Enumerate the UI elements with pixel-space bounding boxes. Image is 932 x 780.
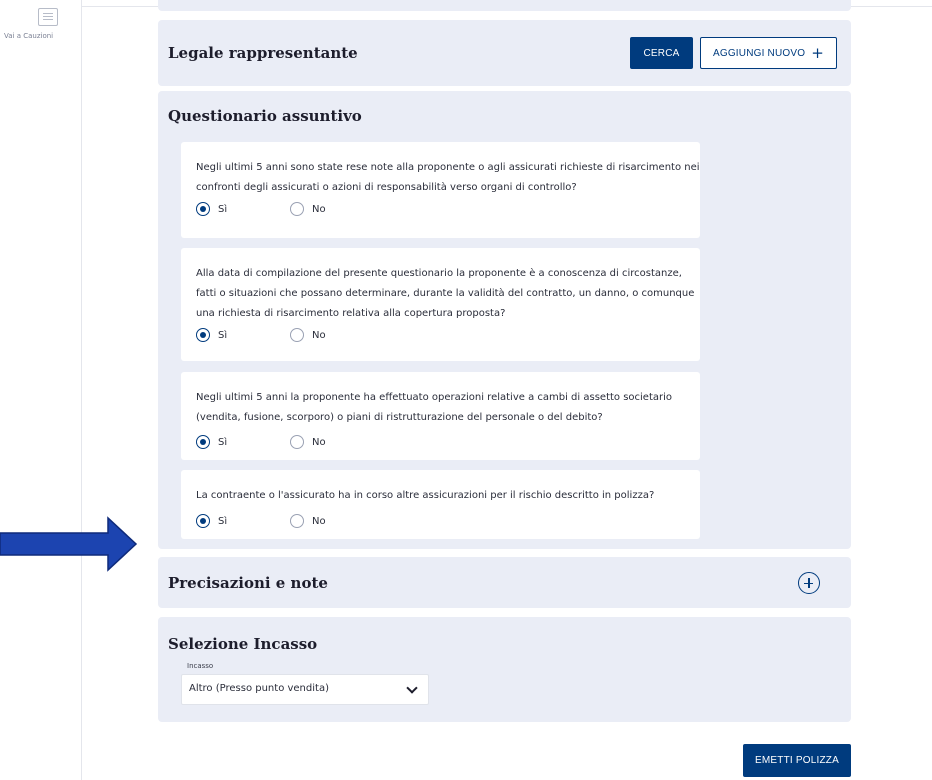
radio-no-4[interactable]: No xyxy=(290,514,326,528)
question-text-2: Alla data di compilazione del presente q… xyxy=(196,268,695,319)
radio-no-1[interactable]: No xyxy=(290,202,326,216)
question-card-1: Negli ultimi 5 anni sono state rese note… xyxy=(181,142,700,238)
radio-si-label: Sì xyxy=(218,436,228,448)
radio-group-3: Sì No xyxy=(196,435,326,449)
radio-si-label: Sì xyxy=(218,329,228,341)
incasso-select[interactable]: Altro (Presso punto vendita) xyxy=(181,674,429,705)
radio-no-2[interactable]: No xyxy=(290,328,326,342)
radio-group-4: Sì No xyxy=(196,514,326,528)
radio-unchecked-icon xyxy=(290,514,304,528)
radio-si-1[interactable]: Sì xyxy=(196,202,290,216)
previous-panel-edge xyxy=(158,0,851,11)
precisazioni-note-title: Precisazioni e note xyxy=(168,574,328,592)
radio-no-3[interactable]: No xyxy=(290,435,326,449)
radio-unchecked-icon xyxy=(290,435,304,449)
plus-icon: + xyxy=(811,43,825,62)
radio-checked-icon xyxy=(196,514,210,528)
radio-no-label: No xyxy=(312,329,326,341)
radio-no-label: No xyxy=(312,515,326,527)
radio-no-label: No xyxy=(312,203,326,215)
aggiungi-nuovo-label: AGGIUNGI NUOVO xyxy=(712,47,806,59)
incasso-select-value: Altro (Presso punto vendita) xyxy=(189,683,329,694)
question-text-3: Negli ultimi 5 anni la proponente ha eff… xyxy=(196,392,673,423)
question-card-3: Negli ultimi 5 anni la proponente ha eff… xyxy=(181,372,700,460)
question-card-2: Alla data di compilazione del presente q… xyxy=(181,248,700,361)
legale-rappresentante-panel: Legale rappresentante CERCA AGGIUNGI NUO… xyxy=(158,20,851,86)
radio-no-label: No xyxy=(312,436,326,448)
radio-unchecked-icon xyxy=(290,328,304,342)
radio-si-2[interactable]: Sì xyxy=(196,328,290,342)
questionario-assuntivo-panel: Questionario assuntivo Negli ultimi 5 an… xyxy=(158,91,851,549)
radio-si-3[interactable]: Sì xyxy=(196,435,290,449)
radio-si-label: Sì xyxy=(218,515,228,527)
aggiungi-nuovo-button[interactable]: AGGIUNGI NUOVO + xyxy=(700,37,837,69)
chevron-down-icon xyxy=(406,682,418,694)
legale-rappresentante-title: Legale rappresentante xyxy=(168,44,358,62)
pointer-arrow-icon xyxy=(0,516,138,572)
radio-checked-icon xyxy=(196,202,210,216)
vai-a-cauzioni-link[interactable]: Vai a Cauzioni xyxy=(4,32,53,40)
question-text-1: Negli ultimi 5 anni sono state rese note… xyxy=(196,162,700,193)
plus-circle-icon[interactable] xyxy=(798,572,820,594)
precisazioni-note-panel[interactable]: Precisazioni e note xyxy=(158,557,851,608)
radio-si-label: Sì xyxy=(218,203,228,215)
selezione-incasso-title: Selezione Incasso xyxy=(168,635,318,653)
incasso-field-label: Incasso xyxy=(187,662,214,670)
document-icon[interactable] xyxy=(38,8,58,26)
radio-checked-icon xyxy=(196,328,210,342)
radio-si-4[interactable]: Sì xyxy=(196,514,290,528)
radio-group-1: Sì No xyxy=(196,202,326,216)
radio-group-2: Sì No xyxy=(196,328,326,342)
question-text-4: La contraente o l'assicurato ha in corso… xyxy=(196,490,655,501)
cerca-button[interactable]: CERCA xyxy=(630,37,693,69)
left-rail: Vai a Cauzioni xyxy=(0,0,82,780)
radio-checked-icon xyxy=(196,435,210,449)
radio-unchecked-icon xyxy=(290,202,304,216)
questionario-assuntivo-title: Questionario assuntivo xyxy=(168,107,362,125)
emetti-polizza-button[interactable]: EMETTI POLIZZA xyxy=(743,744,851,777)
selezione-incasso-panel: Selezione Incasso Incasso Altro (Presso … xyxy=(158,617,851,722)
question-card-4: La contraente o l'assicurato ha in corso… xyxy=(181,470,700,539)
